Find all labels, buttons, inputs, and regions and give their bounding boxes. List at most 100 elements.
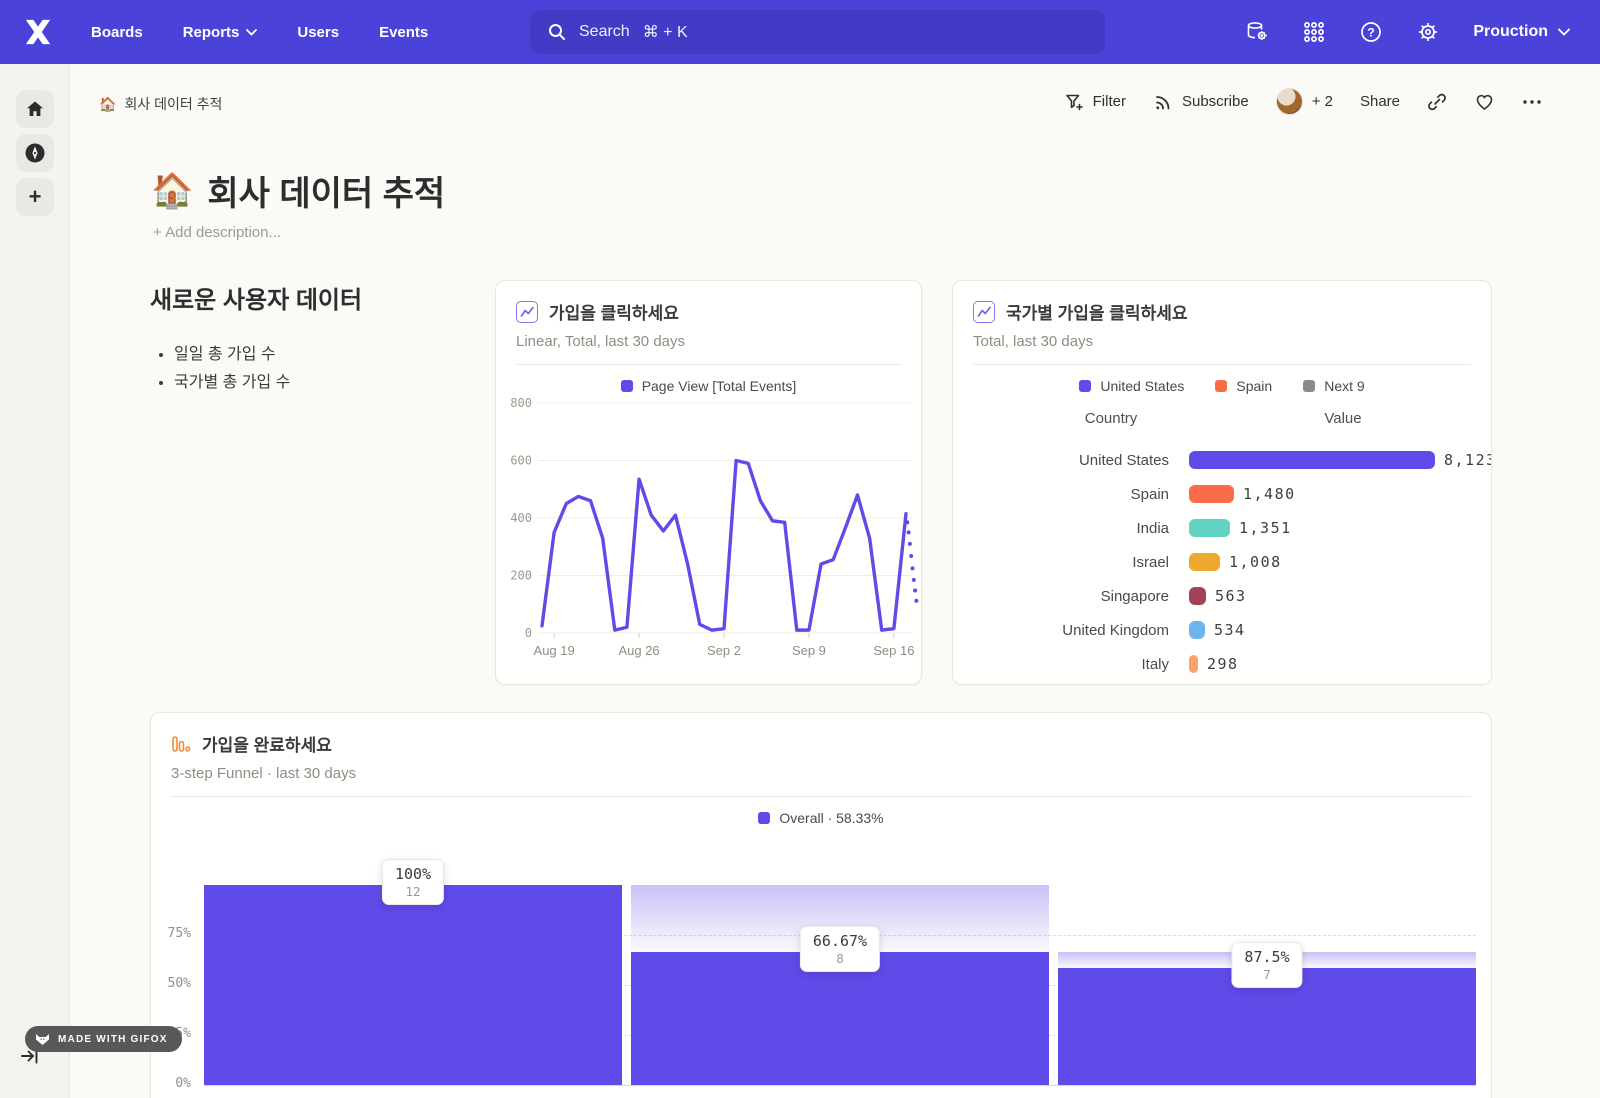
nav-label: Events bbox=[379, 24, 428, 41]
list-item: 국가별 총 가입 수 bbox=[174, 369, 490, 397]
legend-swatch bbox=[1079, 380, 1091, 392]
heart-icon bbox=[1474, 92, 1495, 112]
country-label: Israel bbox=[973, 554, 1169, 571]
discover-button[interactable] bbox=[16, 134, 54, 172]
svg-text:?: ? bbox=[1368, 25, 1375, 39]
table-row[interactable]: Spain 1,480 bbox=[973, 477, 1471, 511]
country-bar-card: 국가별 가입을 클릭하세요 Total, last 30 days United… bbox=[952, 280, 1492, 685]
svg-text:Aug 26: Aug 26 bbox=[618, 643, 659, 658]
column-header-country: Country bbox=[1013, 410, 1209, 427]
nav-item-reports[interactable]: Reports bbox=[183, 24, 258, 41]
board-emoji: 🏠 bbox=[99, 96, 116, 113]
card-title-text: 국가별 가입을 클릭하세요 bbox=[1006, 299, 1188, 324]
line-chart-plot[interactable]: 0200400600800Aug 19Aug 26Sep 2Sep 9Sep 1… bbox=[500, 383, 920, 678]
data-management-button[interactable] bbox=[1245, 20, 1269, 44]
legend-label: Overall · 58.33% bbox=[779, 810, 883, 826]
funnel-card: 가입을 완료하세요 3-step Funnel · last 30 days O… bbox=[150, 712, 1492, 1098]
nav-menu: Boards Reports Users Events bbox=[91, 24, 428, 41]
mixpanel-logo[interactable] bbox=[22, 17, 54, 47]
country-label: India bbox=[973, 520, 1169, 537]
table-row-clipped[interactable] bbox=[973, 681, 1471, 685]
home-icon bbox=[25, 99, 45, 119]
country-legend: United States Spain Next 9 bbox=[973, 378, 1471, 394]
project-name: Prouction bbox=[1473, 23, 1548, 41]
nav-item-events[interactable]: Events bbox=[379, 24, 428, 41]
favorite-button[interactable] bbox=[1474, 92, 1495, 112]
rss-icon bbox=[1153, 92, 1173, 112]
country-bar bbox=[1189, 485, 1234, 503]
step-percent: 87.5% bbox=[1244, 948, 1289, 966]
nav-item-boards[interactable]: Boards bbox=[91, 24, 143, 41]
members[interactable]: + 2 bbox=[1276, 88, 1333, 115]
country-bar bbox=[1189, 451, 1435, 469]
table-row[interactable]: Israel 1,008 bbox=[973, 545, 1471, 579]
more-options-button[interactable] bbox=[1522, 99, 1542, 105]
filter-button[interactable]: Filter bbox=[1064, 92, 1126, 112]
country-label: United Kingdom bbox=[973, 622, 1169, 639]
country-bar bbox=[1189, 553, 1220, 571]
funnel-bar-step-1[interactable] bbox=[204, 885, 622, 1085]
text-widget-heading: 새로운 사용자 데이터 bbox=[150, 280, 490, 315]
badge-text: MADE WITH GIFOX bbox=[58, 1034, 168, 1045]
legend-label[interactable]: United States bbox=[1100, 378, 1184, 394]
country-bar bbox=[1189, 587, 1206, 605]
list-item: 일일 총 가입 수 bbox=[174, 341, 490, 369]
nav-item-users[interactable]: Users bbox=[297, 24, 339, 41]
copy-link-button[interactable] bbox=[1427, 92, 1447, 112]
country-card-title[interactable]: 국가별 가입을 클릭하세요 bbox=[973, 299, 1471, 324]
home-button[interactable] bbox=[16, 90, 54, 128]
table-row[interactable]: United States 8,123 bbox=[973, 443, 1471, 477]
help-button[interactable]: ? bbox=[1359, 20, 1383, 44]
line-chart-card: 가입을 클릭하세요 Linear, Total, last 30 days Pa… bbox=[495, 280, 922, 685]
apps-grid-button[interactable] bbox=[1302, 20, 1326, 44]
legend-label[interactable]: Spain bbox=[1236, 378, 1272, 394]
card-subtitle: Linear, Total, last 30 days bbox=[516, 333, 901, 350]
svg-text:0: 0 bbox=[525, 626, 532, 640]
svg-text:600: 600 bbox=[510, 454, 532, 468]
subscribe-button[interactable]: Subscribe bbox=[1153, 92, 1249, 112]
line-chart-card-title[interactable]: 가입을 클릭하세요 bbox=[516, 299, 901, 324]
chevron-down-icon bbox=[246, 29, 257, 36]
country-value: 1,351 bbox=[1239, 519, 1292, 537]
project-switcher[interactable]: Prouction bbox=[1473, 23, 1570, 41]
svg-text:Aug 19: Aug 19 bbox=[534, 643, 575, 658]
table-row[interactable]: Italy 298 bbox=[973, 647, 1471, 681]
gifox-badge[interactable]: MADE WITH GIFOX bbox=[25, 1026, 182, 1052]
database-gear-icon bbox=[1245, 20, 1269, 44]
table-row[interactable]: Singapore 563 bbox=[973, 579, 1471, 613]
svg-text:Sep 16: Sep 16 bbox=[873, 643, 914, 658]
line-chart-widget-icon bbox=[516, 301, 538, 323]
add-description-button[interactable]: + Add description... bbox=[153, 224, 281, 241]
country-value: 298 bbox=[1207, 655, 1239, 673]
country-value: 1,480 bbox=[1243, 485, 1296, 503]
share-label: Share bbox=[1360, 93, 1400, 110]
page-title: 🏠 회사 데이터 추적 bbox=[151, 166, 445, 215]
board-actions: Filter Subscribe + 2 Share bbox=[1064, 88, 1542, 115]
divider bbox=[516, 364, 901, 365]
funnel-step-label: 87.5% 7 bbox=[1231, 942, 1302, 988]
svg-text:200: 200 bbox=[510, 569, 532, 583]
table-row[interactable]: India 1,351 bbox=[973, 511, 1471, 545]
create-button[interactable]: + bbox=[16, 178, 54, 216]
breadcrumb[interactable]: 🏠 회사 데이터 추적 bbox=[99, 94, 222, 114]
card-subtitle: 3-step Funnel · last 30 days bbox=[171, 765, 1471, 782]
fox-icon bbox=[35, 1033, 50, 1046]
filter-icon bbox=[1064, 92, 1084, 112]
svg-text:400: 400 bbox=[510, 511, 532, 525]
funnel-card-title[interactable]: 가입을 완료하세요 bbox=[171, 731, 1471, 756]
table-row[interactable]: United Kingdom 534 bbox=[973, 613, 1471, 647]
main-content: 🏠 회사 데이터 추적 Filter Subscribe + 2 Share bbox=[71, 64, 1600, 1098]
search-input[interactable]: Search ⌘ + K bbox=[530, 10, 1105, 54]
settings-button[interactable] bbox=[1416, 20, 1440, 44]
legend-label[interactable]: Next 9 bbox=[1324, 378, 1364, 394]
help-icon: ? bbox=[1359, 20, 1383, 44]
breadcrumb-title: 회사 데이터 추적 bbox=[124, 94, 222, 114]
card-title-text: 가입을 완료하세요 bbox=[202, 731, 332, 756]
step-percent: 66.67% bbox=[813, 932, 867, 950]
column-header-value: Value bbox=[1273, 410, 1413, 427]
card-title-text: 가입을 클릭하세요 bbox=[549, 299, 679, 324]
share-button[interactable]: Share bbox=[1360, 93, 1400, 110]
board-emoji: 🏠 bbox=[151, 171, 193, 211]
country-rows: United States 8,123 Spain 1,480 India 1,… bbox=[973, 443, 1471, 685]
country-value: 8,123 bbox=[1444, 451, 1492, 469]
